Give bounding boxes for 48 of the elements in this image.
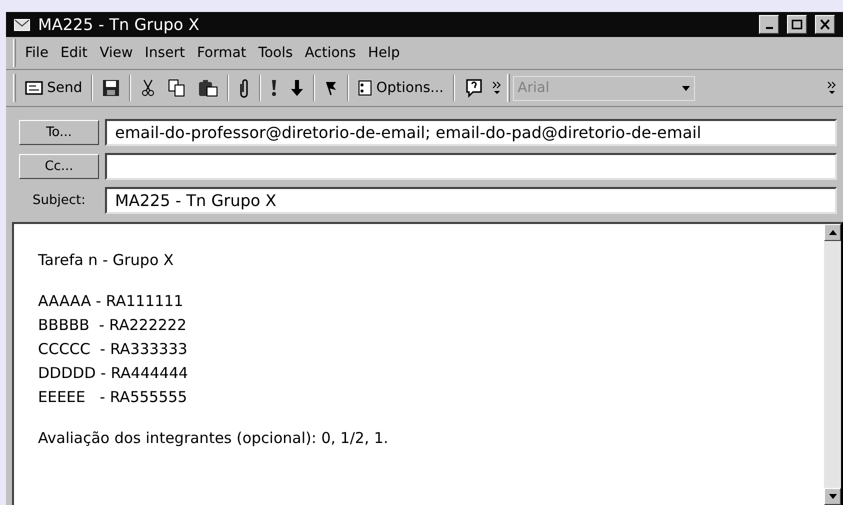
- menu-item[interactable]: Actions: [298, 42, 362, 64]
- input-field[interactable]: email-do-professor@diretorio-de-email; email-do-pad@diretorio-de-email: [105, 119, 837, 146]
- envelope-icon: [14, 18, 30, 30]
- scissors-icon: [140, 79, 156, 97]
- window-title: MA225 - Tn Grupo X: [38, 14, 200, 36]
- input-field[interactable]: MA225 - Tn Grupo X: [105, 187, 837, 214]
- menu-item[interactable]: Format: [190, 42, 252, 64]
- maximize-icon: [791, 19, 803, 30]
- send-button[interactable]: Send: [19, 73, 88, 103]
- dropdown-arrow-icon: [682, 86, 690, 90]
- up-arrow-icon: [828, 230, 836, 235]
- field-label: Subject:: [32, 192, 86, 210]
- copy-icon: [168, 79, 186, 97]
- address-button[interactable]: Cc...: [19, 154, 99, 179]
- question-balloon-icon: [464, 78, 484, 98]
- close-icon: [819, 19, 831, 30]
- menu-item[interactable]: Edit: [54, 42, 94, 64]
- down-arrow-icon: [828, 494, 836, 499]
- menu-item[interactable]: Tools: [252, 42, 299, 64]
- menu-item[interactable]: Insert: [138, 42, 191, 64]
- body-text: BBBBB - RA222222: [38, 315, 188, 335]
- minimize-button[interactable]: [759, 15, 779, 34]
- scroll-down-button[interactable]: [824, 488, 841, 505]
- maximize-button[interactable]: [787, 15, 807, 34]
- body-text: CCCCC - RA333333: [38, 339, 188, 359]
- body-text: Tarefa n - Grupo X: [38, 250, 175, 270]
- chevron-icon: [492, 80, 502, 96]
- menu-item[interactable]: Help: [362, 42, 406, 64]
- body-text: Avaliação dos integrantes (opcional): 0, 1/2, 1.: [38, 428, 390, 448]
- body-text: AAAAA - RA111111: [38, 291, 184, 311]
- chevron-icon: [827, 80, 837, 96]
- clipboard-icon: [198, 79, 218, 97]
- body-text: EEEEE - RA555555: [38, 387, 188, 407]
- exclamation-icon: [270, 79, 278, 97]
- options-button[interactable]: Options...: [352, 73, 450, 103]
- close-button[interactable]: [815, 15, 835, 34]
- menu-item[interactable]: View: [94, 42, 139, 64]
- paperclip-icon: [238, 78, 250, 98]
- down-arrow-icon: [290, 79, 304, 97]
- message-icon: [25, 81, 43, 95]
- menu-item[interactable]: File: [19, 42, 54, 64]
- body-text: DDDDD - RA444444: [38, 363, 190, 383]
- input-field[interactable]: [105, 153, 837, 180]
- minimize-icon: [766, 26, 772, 28]
- address-button[interactable]: To...: [19, 120, 99, 145]
- flag-icon: [324, 80, 338, 96]
- options-icon: [358, 80, 372, 96]
- scroll-up-button[interactable]: [824, 224, 841, 241]
